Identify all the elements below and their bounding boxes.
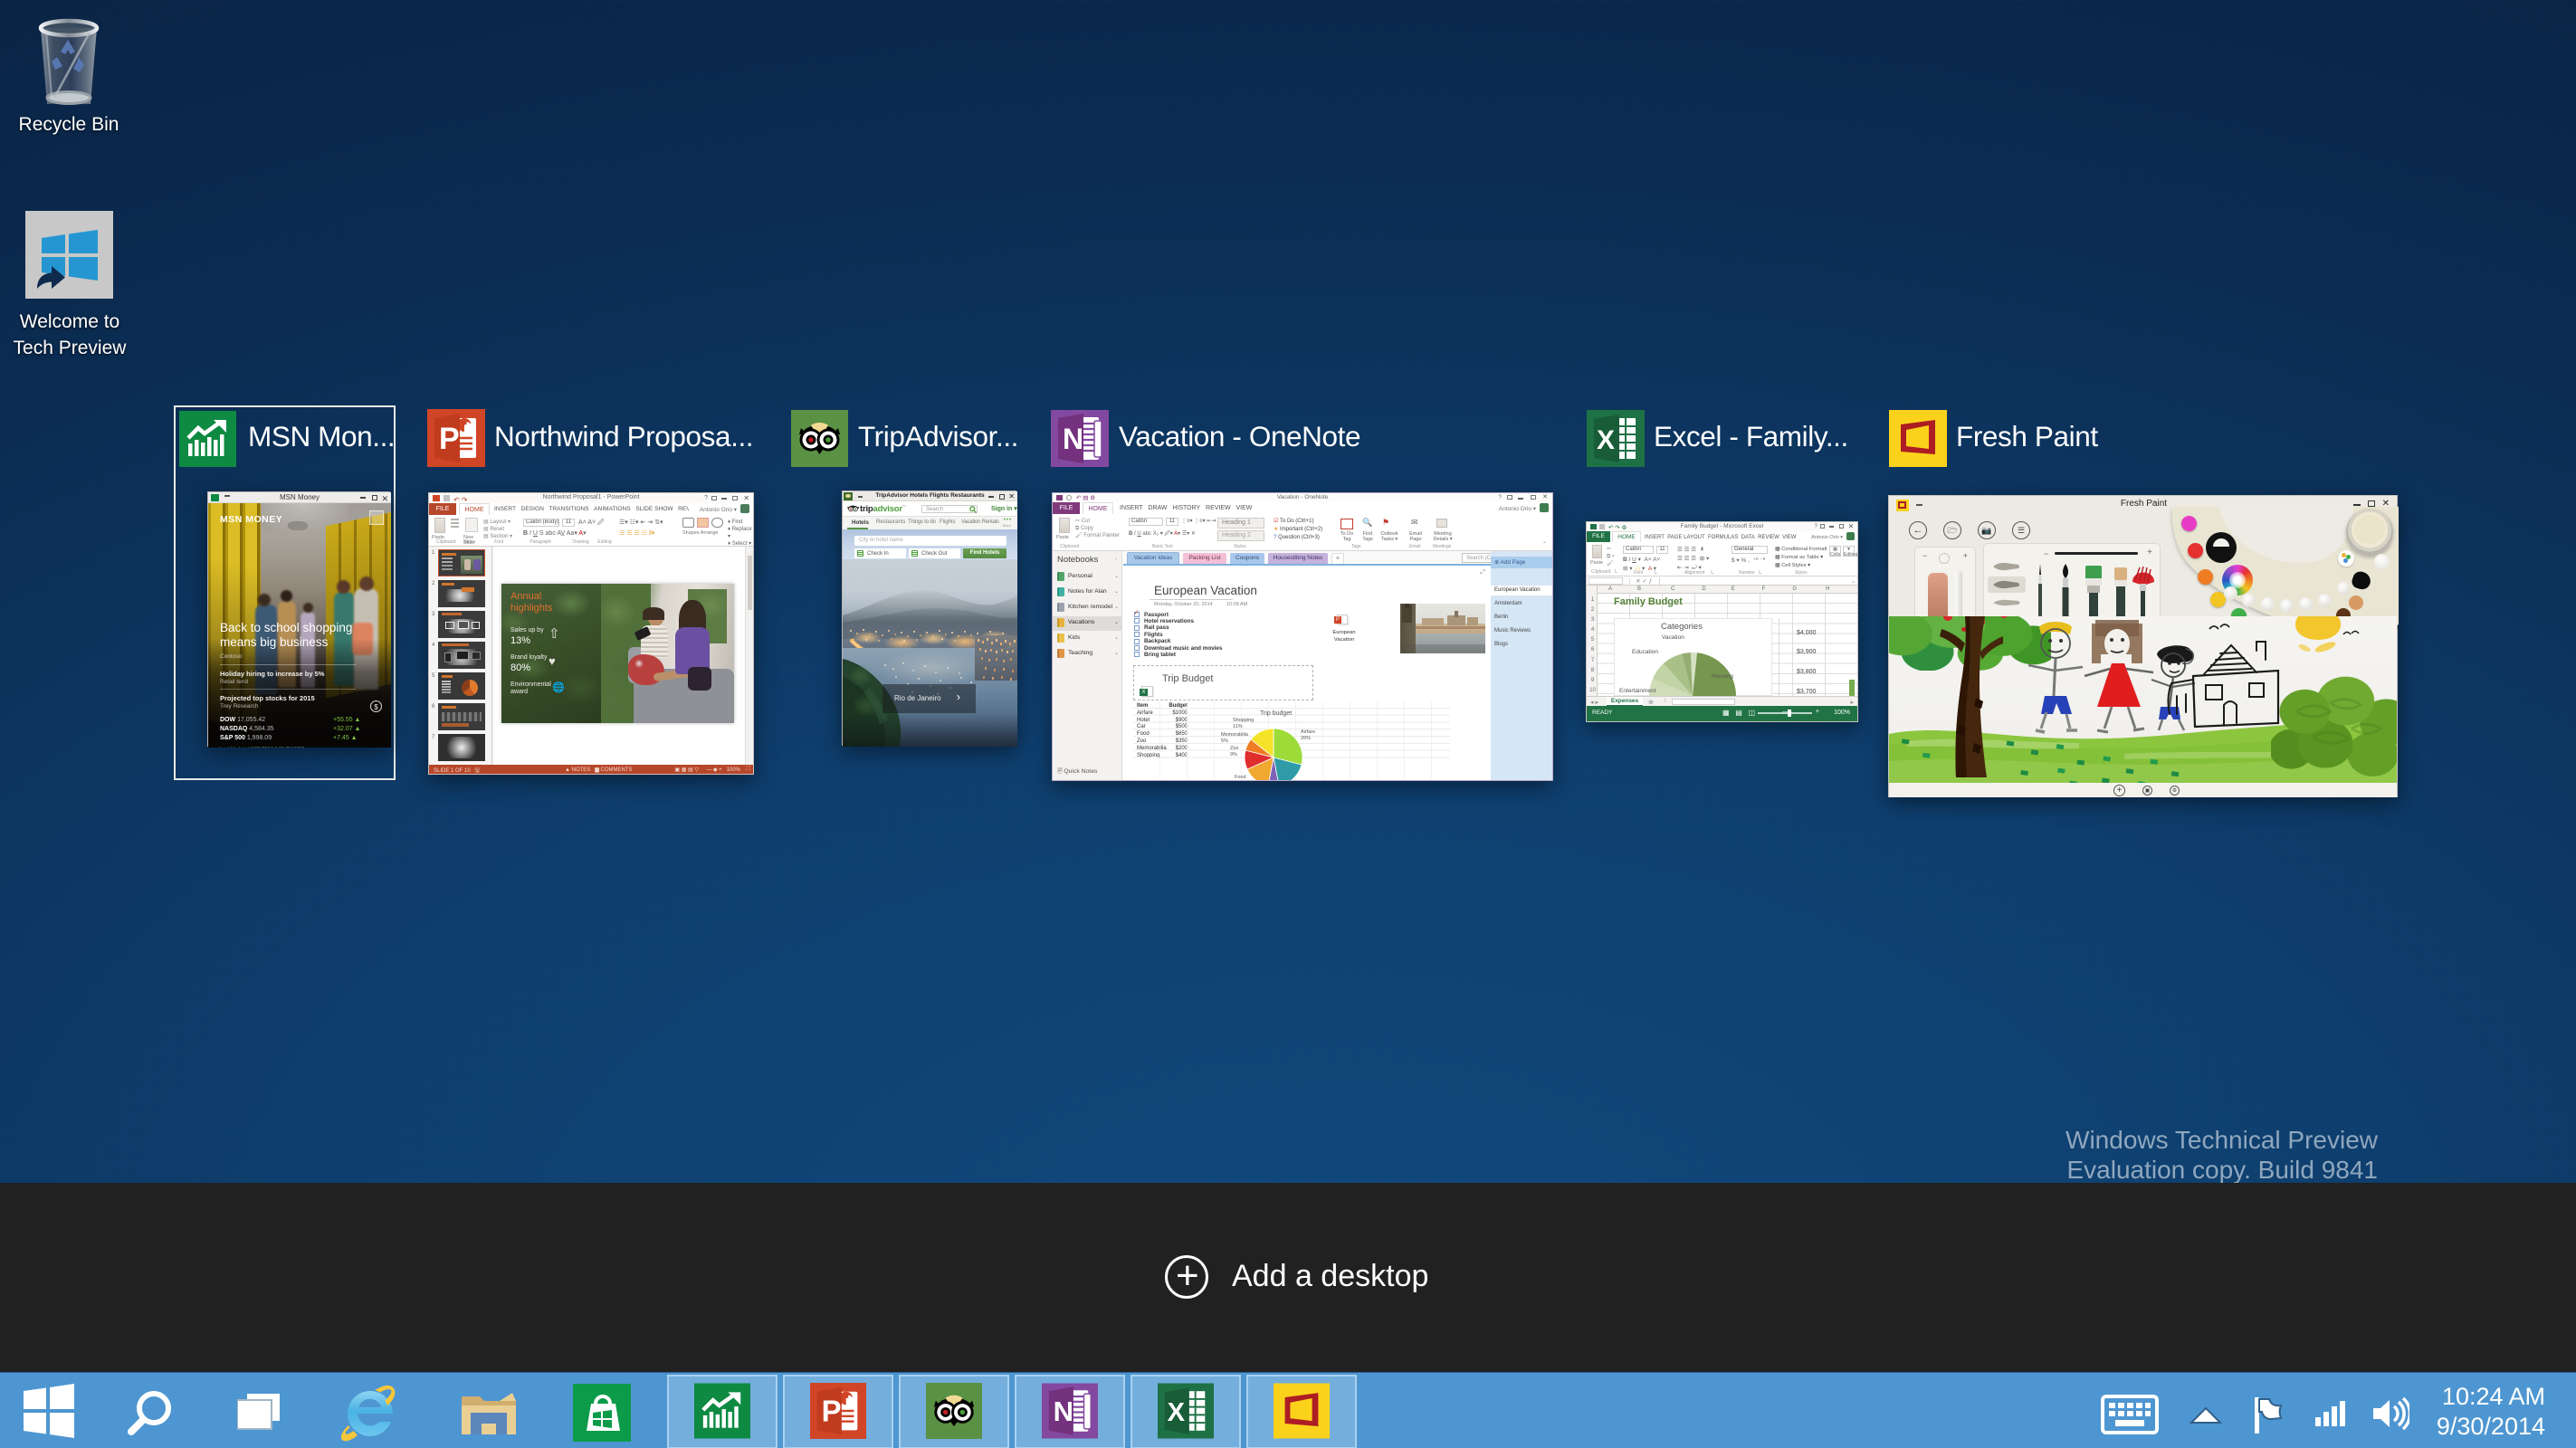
svg-text:X: X <box>1168 1398 1186 1427</box>
svg-text:P: P <box>439 422 460 456</box>
svg-text:N: N <box>1054 1396 1073 1427</box>
svg-text:X: X <box>1597 425 1615 455</box>
svg-text:P: P <box>822 1395 842 1428</box>
svg-text:N: N <box>1063 423 1083 455</box>
